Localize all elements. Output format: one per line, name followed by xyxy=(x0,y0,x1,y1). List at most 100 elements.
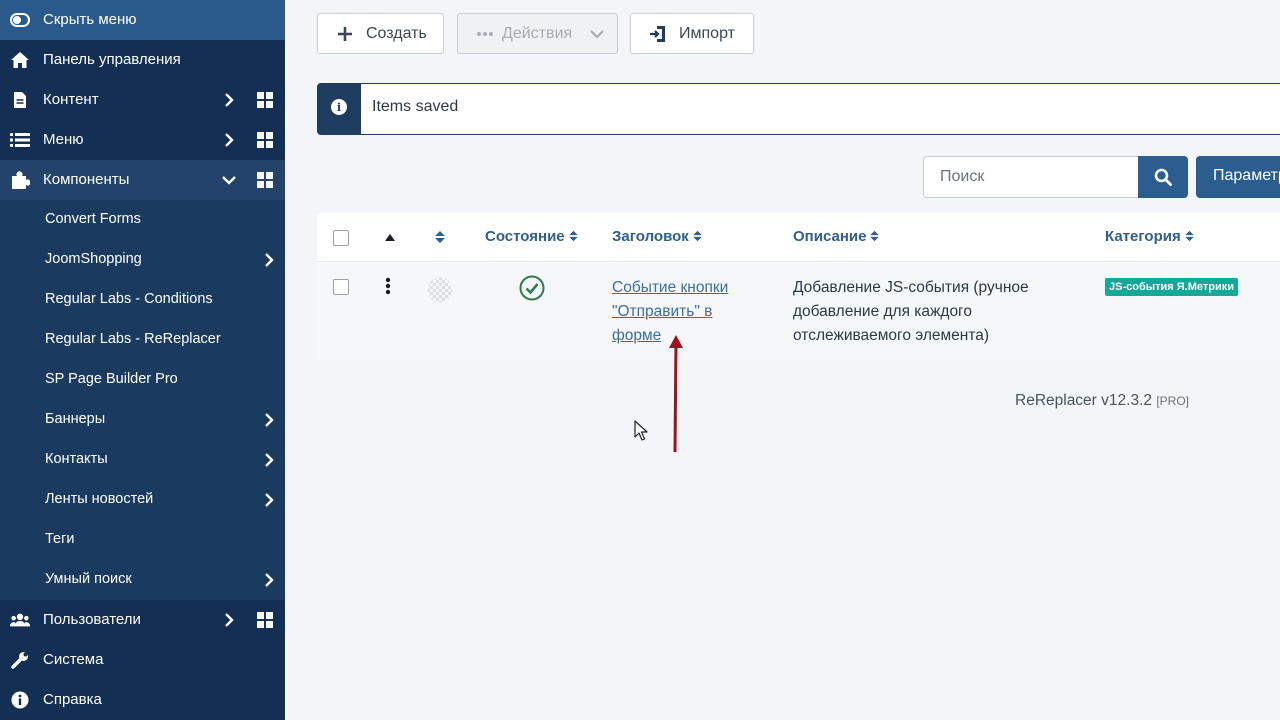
sidebar-item-label: Справка xyxy=(43,691,102,708)
filter-options-button[interactable]: Параметры xyxy=(1196,156,1280,198)
sidebar-item-menus[interactable]: Меню xyxy=(0,120,285,160)
hide-menu-label: Скрыть меню xyxy=(43,11,137,28)
column-state[interactable]: Состояние xyxy=(485,228,578,245)
import-icon xyxy=(650,26,665,42)
home-icon xyxy=(10,50,30,70)
system-message: i Items saved xyxy=(317,83,1280,135)
sidebar-item-label: Ленты новостей xyxy=(45,491,154,507)
puzzle-icon xyxy=(10,170,30,190)
chevron-right-icon[interactable] xyxy=(261,252,277,268)
import-button-label: Импорт xyxy=(679,25,735,42)
sort-icon xyxy=(870,230,880,242)
sidebar-subitem-joomshopping[interactable]: JoomShopping xyxy=(0,240,285,280)
hide-menu-toggle[interactable]: Скрыть меню xyxy=(0,0,285,40)
info-icon: i xyxy=(331,99,347,115)
checkerboard-icon xyxy=(427,277,453,303)
sidebar-item-label: Меню xyxy=(43,131,84,148)
import-button[interactable]: Импорт xyxy=(630,13,754,54)
list-icon xyxy=(10,130,30,150)
sidebar-item-components[interactable]: Компоненты xyxy=(0,160,285,200)
chevron-down-icon xyxy=(590,30,604,39)
sidebar-subitem-newsfeeds[interactable]: Ленты новостей xyxy=(0,480,285,520)
sidebar-item-label: Баннеры xyxy=(45,411,106,427)
mouse-cursor-icon xyxy=(634,420,648,441)
message-text: Items saved xyxy=(372,98,459,115)
sidebar-subitem-banners[interactable]: Баннеры xyxy=(0,400,285,440)
chevron-right-icon[interactable] xyxy=(221,92,237,108)
chevron-right-icon[interactable] xyxy=(261,452,277,468)
sort-icon xyxy=(1184,230,1194,242)
column-description[interactable]: Описание xyxy=(793,228,880,245)
dashboard-grid-icon[interactable] xyxy=(257,172,273,188)
sidebar-item-content[interactable]: Контент xyxy=(0,80,285,120)
chevron-right-icon[interactable] xyxy=(261,492,277,508)
plus-icon xyxy=(338,27,352,41)
sort-icon[interactable] xyxy=(435,230,445,244)
chevron-right-icon[interactable] xyxy=(221,612,237,628)
sidebar: Скрыть меню Панель управления Контент Ме… xyxy=(0,0,285,720)
column-category[interactable]: Категория xyxy=(1105,228,1194,245)
wrench-icon xyxy=(10,650,30,670)
column-label: Описание xyxy=(793,228,867,245)
column-label: Категория xyxy=(1105,228,1181,245)
search-icon xyxy=(1154,168,1172,186)
ellipsis-icon xyxy=(477,32,493,36)
create-button[interactable]: Создать xyxy=(317,13,444,54)
items-table: Состояние Заголовок Описание Категория С… xyxy=(317,213,1280,360)
table-row: Событие кнопки "Отправить" в форме Добав… xyxy=(317,263,1280,360)
info-icon xyxy=(10,690,30,710)
sidebar-subitem-tags[interactable]: Теги xyxy=(0,520,285,560)
published-check-icon[interactable] xyxy=(519,275,545,301)
sidebar-item-users[interactable]: Пользователи xyxy=(0,600,285,640)
sidebar-item-label: SP Page Builder Pro xyxy=(45,371,178,387)
category-badge[interactable]: JS-события Я.Метрики xyxy=(1105,278,1239,296)
column-label: Заголовок xyxy=(612,228,689,245)
sort-icon xyxy=(568,230,578,242)
chevron-down-icon[interactable] xyxy=(221,172,237,188)
sidebar-item-label: Пользователи xyxy=(43,611,141,628)
annotation-arrow-icon xyxy=(669,335,683,453)
select-all-checkbox[interactable] xyxy=(333,230,349,246)
chevron-right-icon[interactable] xyxy=(221,132,237,148)
column-label: Состояние xyxy=(485,228,565,245)
column-title[interactable]: Заголовок xyxy=(612,228,702,245)
sidebar-subitem-contacts[interactable]: Контакты xyxy=(0,440,285,480)
chevron-right-icon[interactable] xyxy=(261,412,277,428)
sidebar-subitem-convert-forms[interactable]: Convert Forms xyxy=(0,200,285,240)
sidebar-item-label: Regular Labs - ReReplacer xyxy=(45,331,221,347)
sidebar-item-label: Convert Forms xyxy=(45,211,141,227)
sidebar-subitem-smart-search[interactable]: Умный поиск xyxy=(0,560,285,600)
version-text: ReReplacer v12.3.2 xyxy=(1015,392,1152,409)
sidebar-subitem-regular-labs-rereplacer[interactable]: Regular Labs - ReReplacer xyxy=(0,320,285,360)
item-description: Добавление JS-события (ручное добавление… xyxy=(793,279,1029,344)
sidebar-item-system[interactable]: Система xyxy=(0,640,285,680)
sidebar-item-label: Контакты xyxy=(45,451,108,467)
drag-handle-icon[interactable] xyxy=(385,277,391,295)
users-icon xyxy=(10,610,30,630)
ordering-sort-icon[interactable] xyxy=(385,233,395,241)
sidebar-item-dashboard[interactable]: Панель управления xyxy=(0,40,285,80)
sidebar-item-label: Regular Labs - Conditions xyxy=(45,291,213,307)
search-button[interactable] xyxy=(1138,156,1188,198)
dashboard-grid-icon[interactable] xyxy=(257,612,273,628)
version-footer: ReReplacer v12.3.2 [PRO] xyxy=(1015,392,1189,410)
sidebar-item-label: JoomShopping xyxy=(45,251,142,267)
sidebar-item-label: Компоненты xyxy=(43,171,130,188)
table-header: Состояние Заголовок Описание Категория xyxy=(317,213,1280,262)
sidebar-item-label: Умный поиск xyxy=(45,571,132,587)
actions-dropdown[interactable]: Действия xyxy=(457,13,618,54)
search-input[interactable] xyxy=(923,156,1139,198)
sidebar-item-label: Панель управления xyxy=(43,51,181,68)
sort-icon xyxy=(692,230,702,242)
sidebar-item-help[interactable]: Справка xyxy=(0,680,285,720)
sidebar-subitem-regular-labs-conditions[interactable]: Regular Labs - Conditions xyxy=(0,280,285,320)
sidebar-item-label: Система xyxy=(43,651,104,668)
sidebar-item-label: Контент xyxy=(43,91,99,108)
dashboard-grid-icon[interactable] xyxy=(257,92,273,108)
file-icon xyxy=(10,90,30,110)
dashboard-grid-icon[interactable] xyxy=(257,132,273,148)
chevron-right-icon[interactable] xyxy=(261,572,277,588)
toggle-icon xyxy=(10,10,30,30)
sidebar-subitem-sp-page-builder[interactable]: SP Page Builder Pro xyxy=(0,360,285,400)
row-checkbox[interactable] xyxy=(333,279,349,295)
